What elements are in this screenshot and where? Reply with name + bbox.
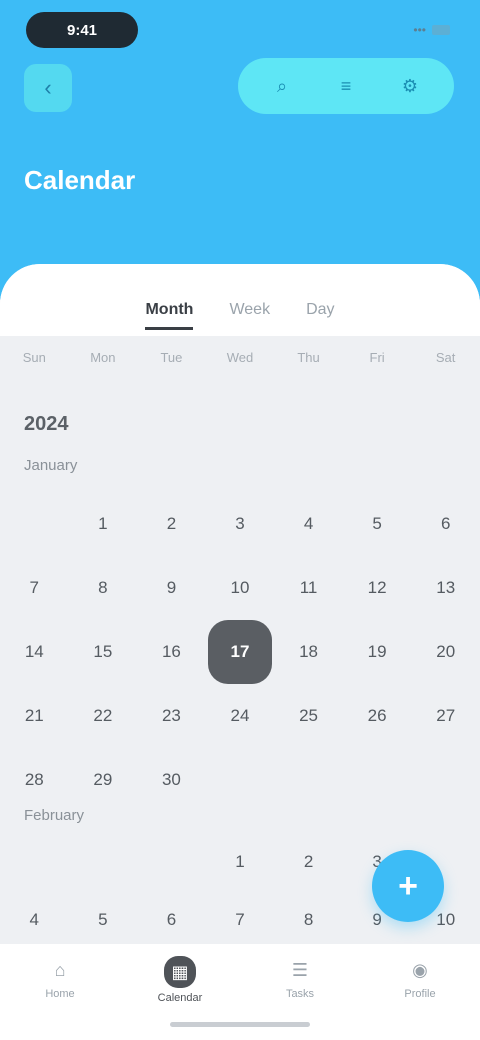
day-cell[interactable]: 23 [143, 688, 199, 744]
nav-label: Tasks [285, 988, 315, 1000]
status-time: 9:41 [26, 12, 138, 48]
day-cell[interactable]: 30 [143, 752, 199, 808]
nav-item-tasks[interactable]: ☰ Tasks [260, 956, 340, 1016]
calendar-card: Month Week Day Sun Mon Tue Wed Thu Fri S… [0, 264, 480, 1040]
settings-icon: ⚙ [401, 75, 419, 96]
day-cell[interactable]: 22 [75, 688, 131, 744]
header: 9:41 ••• ‹ ⌕ ≡ ⚙ Calendar [0, 0, 480, 300]
tab-week[interactable]: Week [229, 290, 270, 330]
day-cell[interactable]: 29 [75, 752, 131, 808]
day-cell[interactable]: 1 [212, 834, 268, 890]
search-button[interactable]: ⌕ [262, 66, 302, 106]
weekday-label: Wed [226, 350, 254, 365]
filter-icon: ≡ [340, 75, 352, 96]
status-indicators: ••• [358, 18, 450, 42]
settings-button[interactable]: ⚙ [390, 66, 430, 106]
profile-icon: ◉ [412, 959, 428, 980]
day-cell[interactable]: 6 [418, 496, 474, 552]
add-event-button[interactable]: + [372, 850, 444, 922]
day-cell[interactable]: 20 [418, 624, 474, 680]
day-cell[interactable]: 6 [143, 892, 199, 948]
day-cell[interactable]: 16 [143, 624, 199, 680]
calendar-screen: 9:41 ••• ‹ ⌕ ≡ ⚙ Calendar Month Week Day… [0, 0, 480, 1040]
weekday-label: Tue [160, 350, 183, 365]
day-cell[interactable]: 19 [349, 624, 405, 680]
day-cell[interactable]: 8 [281, 892, 337, 948]
nav-item-home[interactable]: ⌂ Home [20, 956, 100, 1016]
tab-day[interactable]: Day [306, 290, 334, 330]
day-grid: 1 2 3 4 5 6 7 8 9 10 11 12 13 14 15 16 17 18 19 20 21 22 23 24 2… [0, 496, 480, 826]
battery-icon [432, 25, 450, 35]
nav-label: Home [45, 988, 75, 1000]
day-cell[interactable]: 24 [212, 688, 268, 744]
day-cell[interactable]: 10 [212, 560, 268, 616]
day-cell[interactable]: 2 [281, 834, 337, 890]
day-cell[interactable]: 5 [75, 892, 131, 948]
filter-button[interactable]: ≡ [326, 66, 366, 106]
home-indicator [170, 1022, 310, 1027]
signal-icon: ••• [413, 23, 426, 37]
weekday-label: Sun [22, 350, 46, 365]
day-cell[interactable]: 11 [281, 560, 337, 616]
day-cell[interactable]: 7 [212, 892, 268, 948]
plus-icon: + [398, 866, 418, 905]
day-cell[interactable]: 3 [212, 496, 268, 552]
nav-label: Profile [404, 988, 436, 1000]
search-icon: ⌕ [276, 75, 288, 96]
status-bar: 9:41 ••• [0, 0, 480, 56]
day-cell[interactable]: 5 [349, 496, 405, 552]
month-label: February [24, 807, 85, 824]
day-cell[interactable]: 2 [143, 496, 199, 552]
day-cell[interactable]: 4 [6, 892, 62, 948]
day-cell[interactable]: 12 [349, 560, 405, 616]
home-icon: ⌂ [54, 959, 66, 980]
selected-day-cell[interactable]: 17 [208, 620, 272, 684]
day-cell[interactable]: 27 [418, 688, 474, 744]
tab-month[interactable]: Month [145, 290, 194, 330]
page-title: Calendar [24, 165, 136, 195]
header-actions: ⌕ ≡ ⚙ [238, 58, 454, 114]
day-cell[interactable]: 13 [418, 560, 474, 616]
nav-item-profile[interactable]: ◉ Profile [380, 956, 460, 1016]
weekday-label: Mon [90, 350, 116, 365]
nav-item-calendar[interactable]: ▦ Calendar [140, 956, 220, 1016]
day-cell[interactable]: 1 [75, 496, 131, 552]
chevron-left-icon: ‹ [44, 75, 52, 100]
day-cell[interactable]: 9 [143, 560, 199, 616]
calendar-icon: ▦ [164, 956, 196, 988]
day-cell[interactable]: 18 [281, 624, 337, 680]
weekday-label: Thu [297, 350, 320, 365]
day-cell[interactable]: 28 [6, 752, 62, 808]
day-cell[interactable]: 25 [281, 688, 337, 744]
tasks-icon: ☰ [291, 959, 309, 980]
month-label: January [24, 457, 78, 474]
nav-label: Calendar [157, 992, 203, 1004]
weekday-label: Sat [435, 350, 456, 365]
view-tabs: Month Week Day [0, 290, 480, 330]
day-cell[interactable]: 7 [6, 560, 62, 616]
day-cell[interactable]: 15 [75, 624, 131, 680]
back-button[interactable]: ‹ [24, 64, 72, 112]
day-cell[interactable]: 14 [6, 624, 62, 680]
tabs-area: Month Week Day [0, 264, 480, 336]
weekday-label: Fri [369, 350, 385, 365]
year-label: 2024 [24, 413, 69, 435]
day-cell[interactable]: 4 [281, 496, 337, 552]
weekday-header: Sun Mon Tue Wed Thu Fri Sat [0, 346, 480, 370]
day-cell[interactable]: 21 [6, 688, 62, 744]
day-cell[interactable]: 8 [75, 560, 131, 616]
day-cell[interactable]: 26 [349, 688, 405, 744]
